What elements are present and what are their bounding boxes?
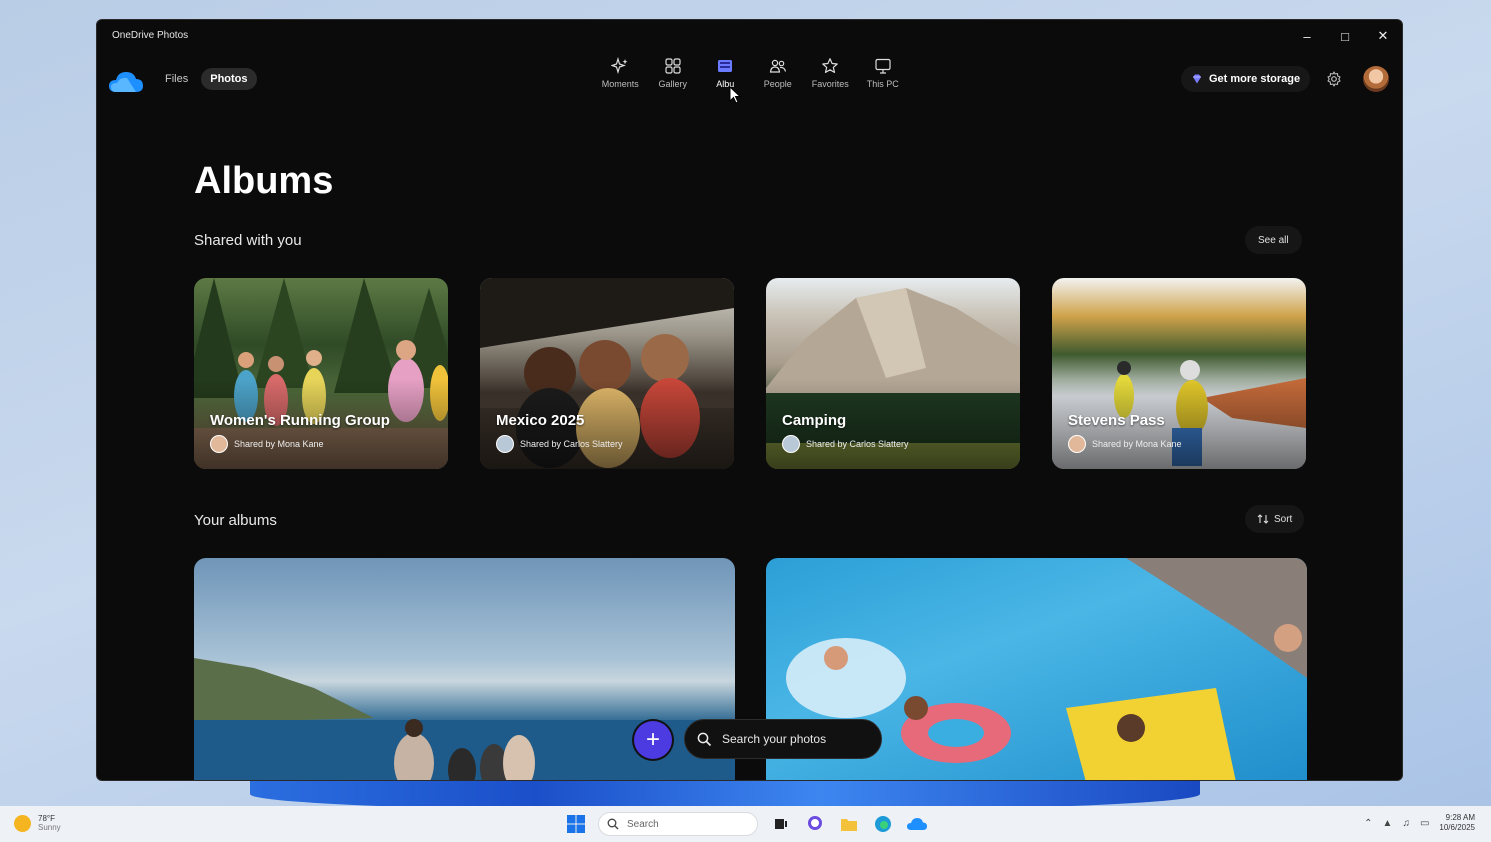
storage-label: Get more storage (1209, 73, 1301, 85)
user-avatar[interactable] (1363, 66, 1389, 92)
nav-label: This PC (866, 79, 899, 89)
maximize-icon[interactable]: □ (1326, 20, 1364, 52)
settings-gear-icon[interactable] (1326, 71, 1342, 87)
weather-widget[interactable]: 78°F Sunny (14, 814, 61, 832)
app-window: OneDrive Photos – □ ✕ Files Photos Momen… (96, 19, 1403, 781)
main-nav: Moments Gallery Albu People Favorites Th… (594, 57, 909, 89)
album-name: Mexico 2025 (496, 412, 585, 429)
minimize-icon[interactable]: – (1288, 20, 1326, 52)
shared-album-card[interactable]: Mexico 2025 Shared by Carlos Slattery (480, 278, 734, 469)
sharer-avatar (1068, 435, 1086, 453)
shared-by-text: Shared by Carlos Slattery (806, 439, 909, 449)
chevron-up-icon[interactable]: ⌃ (1364, 818, 1372, 829)
windows-start-icon[interactable] (566, 814, 586, 834)
edge-browser-icon[interactable] (872, 813, 894, 835)
see-all-button[interactable]: See all (1245, 226, 1302, 254)
album-name: Camping (782, 412, 847, 429)
your-albums-section-title: Your albums (194, 512, 277, 529)
album-name: Stevens Pass (1068, 412, 1165, 429)
nav-label: Favorites (811, 79, 849, 89)
mouse-cursor-icon (729, 86, 741, 104)
album-name: Women's Running Group (210, 412, 390, 429)
app-header: Files Photos Moments Gallery Albu People (97, 50, 1402, 114)
nav-label: Moments (601, 79, 639, 89)
clock[interactable]: 9:28 AM 10/6/2025 (1439, 813, 1475, 833)
diamond-icon (1193, 74, 1201, 84)
shared-by-text: Shared by Mona Kane (234, 439, 324, 449)
nav-people[interactable]: People (752, 57, 805, 89)
shared-by: Shared by Carlos Slattery (496, 435, 623, 453)
shared-by-text: Shared by Carlos Slattery (520, 439, 623, 449)
window-controls: – □ ✕ (1288, 20, 1402, 52)
get-more-storage-button[interactable]: Get more storage (1181, 66, 1311, 92)
search-photos-input[interactable]: Search your photos (684, 719, 882, 759)
mode-tabs: Files Photos (156, 68, 257, 90)
nav-gallery[interactable]: Gallery (647, 57, 700, 89)
sort-button[interactable]: Sort (1245, 505, 1305, 533)
copilot-chat-icon[interactable] (804, 813, 826, 835)
sharer-avatar (782, 435, 800, 453)
onedrive-cloud-icon (109, 72, 143, 92)
search-icon (697, 732, 712, 746)
shared-album-card[interactable]: Stevens Pass Shared by Mona Kane (1052, 278, 1306, 469)
nav-this-pc[interactable]: This PC (857, 57, 910, 89)
battery-icon[interactable]: ▭ (1420, 818, 1429, 829)
shared-section-title: Shared with you (194, 232, 302, 249)
search-placeholder: Search your photos (722, 732, 827, 746)
wifi-icon[interactable]: ▲ (1383, 818, 1393, 829)
taskbar-search-label: Search (627, 818, 659, 830)
shared-by: Shared by Mona Kane (210, 435, 324, 453)
window-title: OneDrive Photos (112, 29, 189, 41)
weather-condition: Sunny (38, 823, 61, 832)
people-icon (769, 59, 786, 73)
close-icon[interactable]: ✕ (1364, 20, 1402, 52)
weather-temp: 78°F (38, 814, 55, 823)
file-explorer-icon[interactable] (838, 813, 860, 835)
task-view-icon[interactable] (770, 813, 792, 835)
nav-favorites[interactable]: Favorites (804, 57, 857, 89)
search-icon (607, 818, 619, 830)
system-tray: ⌃ ▲ ♫ ▭ 9:28 AM 10/6/2025 (1364, 813, 1475, 833)
volume-icon[interactable]: ♫ (1402, 818, 1410, 829)
monitor-icon (875, 58, 891, 74)
album-icon (718, 60, 733, 72)
sun-icon (14, 814, 31, 832)
star-icon (822, 58, 839, 73)
shared-by-text: Shared by Mona Kane (1092, 439, 1182, 449)
nav-moments[interactable]: Moments (594, 57, 647, 89)
nav-albums[interactable]: Albu (699, 57, 752, 89)
grid-icon (665, 58, 681, 74)
clock-time: 9:28 AM (1445, 813, 1475, 822)
onedrive-taskbar-icon[interactable] (906, 813, 928, 835)
sparkle-icon (611, 57, 628, 75)
taskbar-apps: Search (566, 812, 928, 836)
sort-arrows-icon (1257, 514, 1269, 524)
clock-date: 10/6/2025 (1439, 823, 1475, 832)
add-button[interactable]: + (634, 721, 672, 759)
shared-album-card[interactable]: Women's Running Group Shared by Mona Kan… (194, 278, 448, 469)
tab-files[interactable]: Files (156, 68, 197, 90)
sort-label: Sort (1274, 513, 1293, 525)
title-bar[interactable]: OneDrive Photos (97, 20, 1402, 50)
shared-by: Shared by Carlos Slattery (782, 435, 909, 453)
taskbar-search[interactable]: Search (598, 812, 758, 836)
tab-photos[interactable]: Photos (201, 68, 257, 90)
page-title: Albums (194, 160, 334, 202)
sharer-avatar (496, 435, 514, 453)
taskbar: 78°F Sunny Search ⌃ ▲ ♫ ▭ 9:28 AM 10/6/2… (0, 806, 1491, 842)
sharer-avatar (210, 435, 228, 453)
nav-label: Gallery (658, 79, 687, 89)
shared-by: Shared by Mona Kane (1068, 435, 1182, 453)
nav-label: People (763, 79, 792, 89)
shared-album-card[interactable]: Camping Shared by Carlos Slattery (766, 278, 1020, 469)
